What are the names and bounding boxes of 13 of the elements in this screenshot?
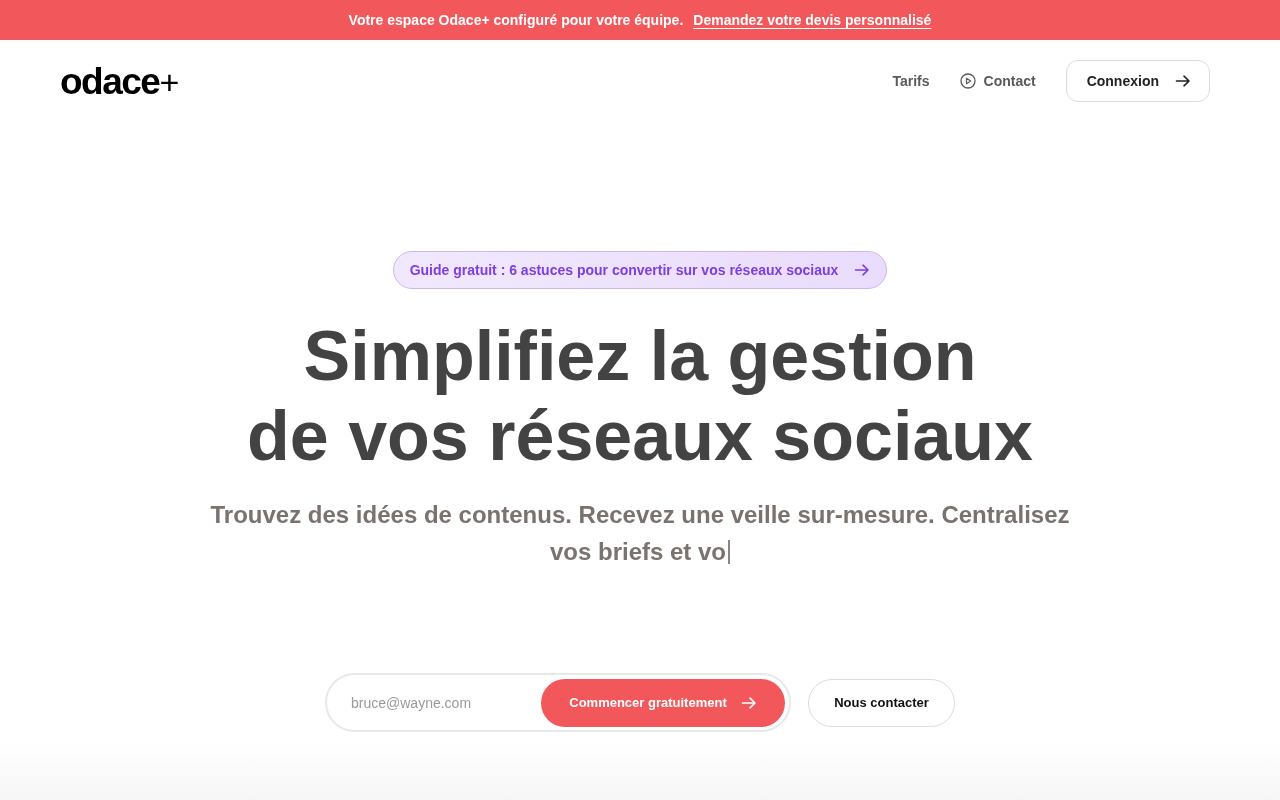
arrow-right-icon — [854, 262, 871, 278]
nav-link[interactable]: Tarifs — [892, 70, 930, 92]
email-field[interactable]: bruce@wayne.com — [331, 678, 541, 727]
logo[interactable]: odace+ — [60, 62, 180, 100]
announcement-text: Votre espace Odace+ configuré pour votre équipe. — [348, 10, 684, 30]
arrow-right-icon — [1175, 73, 1191, 89]
hero-title: Simplifiez la gestion de vos réseaux sociaux — [246, 316, 1034, 476]
hero-subtitle: Trouvez des idées de contenus. Recevez une veille sur-mesure. Centralisez vos briefs et vo — [210, 501, 1070, 565]
nav-link[interactable]: Contact — [959, 70, 1036, 92]
login-button[interactable]: Connexion — [1065, 60, 1210, 102]
play-circle-icon — [959, 73, 976, 89]
contact-button[interactable]: Nous contacter — [808, 678, 955, 727]
promo-badge-link[interactable]: Guide gratuit : 6 astuces pour convertir sur vos réseaux sociaux — [392, 251, 888, 289]
